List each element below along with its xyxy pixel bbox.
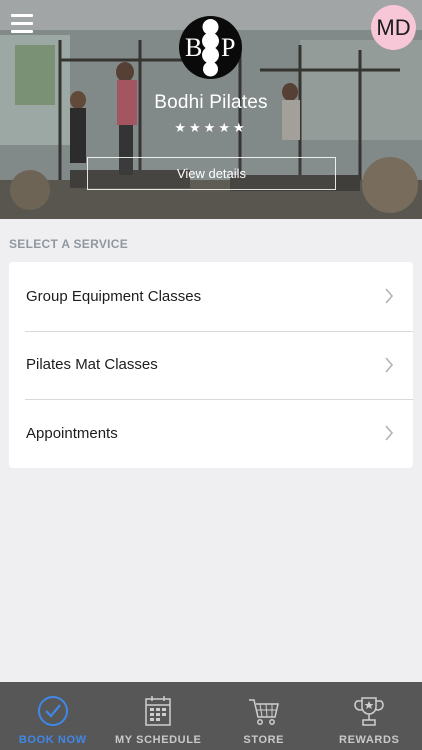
trophy-icon [354,697,384,726]
view-details-button[interactable]: View details [87,157,336,190]
studio-logo: B P [179,16,242,79]
rating-stars: ★★★★★ [174,120,248,135]
bottom-tab-bar: BOOK NOW MY SCHEDULE STORE REWARDS [0,682,422,750]
cart-icon [248,699,279,725]
tab-label: STORE [243,734,285,746]
service-item-pilates-mat[interactable]: Pilates Mat Classes [9,330,413,400]
tab-label: BOOK NOW [18,734,87,746]
chevron-right-icon [385,288,394,304]
user-avatar[interactable]: MD [371,5,416,50]
tab-label: REWARDS [339,734,400,746]
logo-letter-left: B [185,33,202,62]
menu-icon-bar [11,30,33,33]
chevron-right-icon [385,357,394,373]
service-item-label: Group Equipment Classes [26,287,202,305]
service-item-appointments[interactable]: Appointments [9,399,413,468]
menu-icon-bar [11,22,33,25]
menu-button[interactable] [11,14,33,34]
service-item-label: Pilates Mat Classes [26,356,158,374]
menu-icon-bar [11,14,33,17]
logo-letter-right: P [221,33,235,62]
check-circle-icon [37,696,68,726]
tab-store[interactable]: STORE [211,682,317,750]
calendar-icon [145,696,171,726]
studio-name: Bodhi Pilates [154,92,268,113]
tab-rewards[interactable]: REWARDS [317,682,422,750]
studio-hero: B P MD Bodhi Pilates ★★★★★ View details [0,0,422,219]
tab-label: MY SCHEDULE [115,734,202,746]
chevron-right-icon [385,425,394,441]
service-list: Group Equipment Classes Pilates Mat Clas… [9,262,413,468]
service-item-label: Appointments [26,424,118,442]
tab-my-schedule[interactable]: MY SCHEDULE [106,682,212,750]
section-label: SELECT A SERVICE [9,237,129,251]
tab-book-now[interactable]: BOOK NOW [0,682,106,750]
service-item-group-equipment[interactable]: Group Equipment Classes [9,262,413,331]
